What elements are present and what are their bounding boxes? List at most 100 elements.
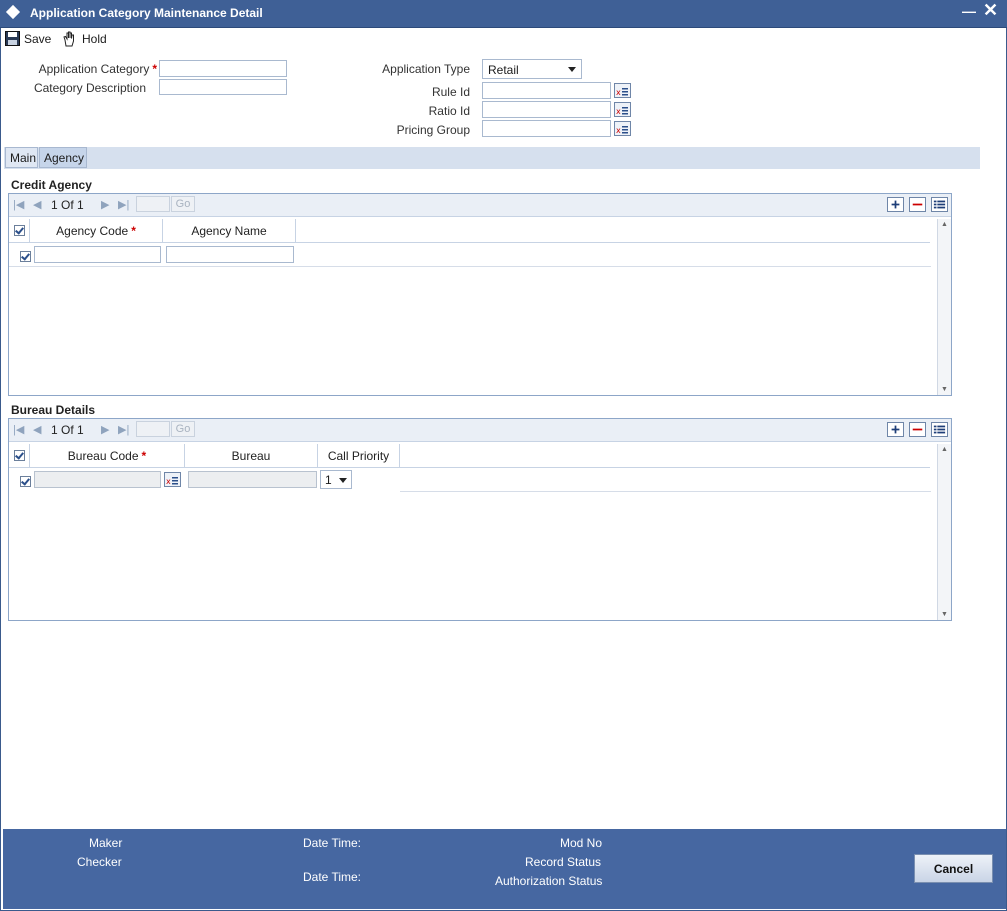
- row-checkbox[interactable]: [20, 476, 31, 487]
- maker-label: Maker: [89, 836, 123, 850]
- add-row-icon[interactable]: [887, 197, 904, 212]
- header-filler: [400, 444, 930, 468]
- call-priority-select[interactable]: 1: [320, 470, 352, 489]
- list-of-values-icon[interactable]: x: [614, 102, 631, 117]
- svg-text:x: x: [616, 107, 621, 116]
- svg-text:x: x: [166, 477, 171, 486]
- credit-agency-navbar: |◀ ◀ 1 Of 1 ▶ ▶| Go: [9, 194, 951, 217]
- mod-no-label: Mod No: [560, 836, 603, 850]
- previous-page-icon[interactable]: ◀: [33, 423, 41, 436]
- svg-text:x: x: [616, 88, 621, 97]
- application-type-label: Application Type: [382, 62, 470, 76]
- category-description-label: Category Description: [33, 81, 146, 95]
- select-all-checkbox[interactable]: [14, 450, 25, 461]
- tab-agency[interactable]: Agency: [39, 147, 87, 168]
- row-divider: [9, 266, 931, 267]
- cancel-button[interactable]: Cancel: [914, 854, 993, 883]
- delete-row-icon[interactable]: [909, 422, 926, 437]
- hand-icon: [63, 31, 74, 47]
- application-type-select[interactable]: Retail: [482, 59, 582, 79]
- tab-strip: Main Agency: [4, 147, 980, 169]
- save-button[interactable]: Save: [5, 31, 51, 46]
- go-button[interactable]: Go: [171, 421, 195, 437]
- select-all-header: [9, 444, 30, 468]
- rule-id-label: Rule Id: [431, 85, 470, 99]
- bureau-code-header: Bureau Code *: [30, 444, 185, 468]
- select-all-checkbox[interactable]: [14, 225, 25, 236]
- next-page-icon[interactable]: ▶: [101, 198, 109, 211]
- credit-agency-grid: |◀ ◀ 1 Of 1 ▶ ▶| Go Agency Code * Agency …: [8, 193, 952, 396]
- bureau-header: Bureau: [185, 444, 318, 468]
- bureau-input[interactable]: [188, 471, 317, 488]
- maker-date-time-label: Date Time:: [303, 836, 362, 850]
- row-divider: [400, 491, 931, 492]
- bureau-details-pager: 1 Of 1: [51, 423, 84, 437]
- first-page-icon[interactable]: |◀: [13, 423, 24, 436]
- required-marker: *: [152, 62, 157, 76]
- application-category-label: Application Category *: [38, 62, 157, 76]
- single-view-icon[interactable]: [931, 197, 948, 212]
- scroll-up-icon[interactable]: ▲: [941, 221, 948, 228]
- call-priority-header: Call Priority: [318, 444, 400, 468]
- chevron-down-icon: [568, 67, 576, 72]
- diamond-icon: [5, 4, 21, 20]
- delete-row-icon[interactable]: [909, 197, 926, 212]
- header-filler: [296, 219, 930, 243]
- agency-name-input[interactable]: [166, 246, 294, 263]
- close-button[interactable]: ✕: [983, 0, 998, 21]
- first-page-icon[interactable]: |◀: [13, 198, 24, 211]
- title-bar: Application Category Maintenance Detail …: [0, 0, 1007, 28]
- add-row-icon[interactable]: [887, 422, 904, 437]
- bureau-details-title: Bureau Details: [11, 403, 96, 417]
- hold-button[interactable]: Hold: [62, 31, 107, 47]
- list-of-values-icon[interactable]: x: [614, 83, 631, 98]
- page-number-input[interactable]: [136, 196, 170, 212]
- scroll-up-icon[interactable]: ▲: [941, 446, 948, 453]
- bureau-details-grid: |◀ ◀ 1 Of 1 ▶ ▶| Go Bureau Code * Bureau …: [8, 418, 952, 621]
- ratio-id-input[interactable]: [482, 101, 611, 118]
- rule-id-input[interactable]: [482, 82, 611, 99]
- vertical-scrollbar[interactable]: ▲ ▼: [937, 219, 951, 395]
- go-button[interactable]: Go: [171, 196, 195, 212]
- last-page-icon[interactable]: ▶|: [118, 423, 129, 436]
- minimize-button[interactable]: —: [962, 3, 976, 19]
- save-icon: [5, 31, 20, 46]
- hold-label: Hold: [82, 32, 107, 46]
- authorization-status-label: Authorization Status: [495, 874, 603, 888]
- application-type-value: Retail: [488, 63, 519, 77]
- agency-code-input[interactable]: [34, 246, 161, 263]
- scroll-down-icon[interactable]: ▼: [941, 386, 948, 393]
- application-category-input[interactable]: [159, 60, 287, 77]
- svg-text:x: x: [616, 126, 621, 135]
- window-title: Application Category Maintenance Detail: [30, 6, 263, 20]
- credit-agency-title: Credit Agency: [11, 178, 92, 192]
- bureau-code-input[interactable]: [34, 471, 161, 488]
- select-all-header: [9, 219, 30, 243]
- agency-name-header: Agency Name: [163, 219, 296, 243]
- checker-date-time-label: Date Time:: [303, 870, 362, 884]
- bureau-details-navbar: |◀ ◀ 1 Of 1 ▶ ▶| Go: [9, 419, 951, 442]
- scroll-down-icon[interactable]: ▼: [941, 611, 948, 618]
- required-marker: *: [131, 224, 136, 238]
- previous-page-icon[interactable]: ◀: [33, 198, 41, 211]
- credit-agency-pager: 1 Of 1: [51, 198, 84, 212]
- row-checkbox[interactable]: [20, 251, 31, 262]
- category-description-input[interactable]: [159, 79, 287, 95]
- agency-code-header: Agency Code *: [30, 219, 163, 243]
- tab-main[interactable]: Main: [5, 147, 38, 168]
- ratio-id-label: Ratio Id: [428, 104, 470, 118]
- list-of-values-icon[interactable]: x: [614, 121, 631, 136]
- chevron-down-icon: [339, 478, 347, 483]
- checker-label: Checker: [77, 855, 122, 869]
- call-priority-value: 1: [325, 473, 332, 487]
- single-view-icon[interactable]: [931, 422, 948, 437]
- page-number-input[interactable]: [136, 421, 170, 437]
- last-page-icon[interactable]: ▶|: [118, 198, 129, 211]
- save-label: Save: [24, 31, 52, 46]
- list-of-values-icon[interactable]: x: [164, 472, 181, 487]
- pricing-group-input[interactable]: [482, 120, 611, 137]
- vertical-scrollbar[interactable]: ▲ ▼: [937, 444, 951, 620]
- required-marker: *: [141, 449, 147, 463]
- pricing-group-label: Pricing Group: [396, 123, 470, 137]
- next-page-icon[interactable]: ▶: [101, 423, 109, 436]
